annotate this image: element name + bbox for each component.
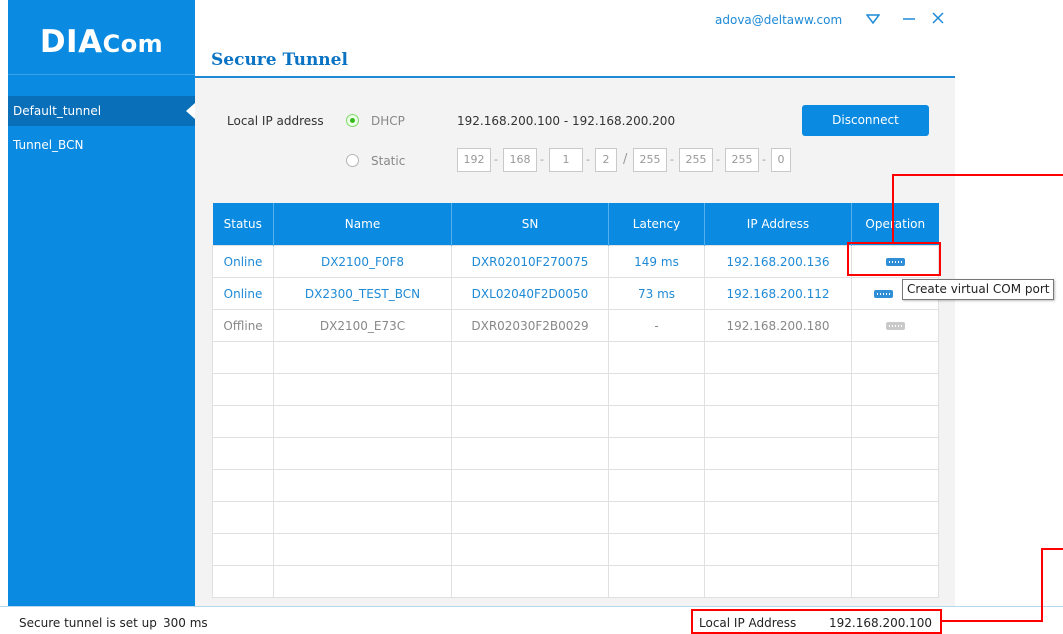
- cell-latency: 149 ms: [608, 245, 705, 278]
- cell-ip: 192.168.200.180: [704, 309, 852, 342]
- dhcp-label: DHCP: [371, 114, 405, 128]
- static-mask-octet-2[interactable]: 255: [679, 148, 713, 172]
- sidebar-item-label: Tunnel_BCN: [13, 138, 84, 152]
- ip-separator: -: [540, 153, 544, 166]
- sidebar-item-default-tunnel[interactable]: Default_tunnel: [8, 96, 195, 126]
- annotation-line: [892, 174, 1063, 176]
- static-ip-octet-1[interactable]: 192: [457, 148, 491, 172]
- column-header-operation[interactable]: Operation: [851, 203, 939, 246]
- active-indicator-icon: [186, 103, 195, 119]
- app-logo: DIACom: [39, 24, 164, 60]
- annotation-line: [1041, 548, 1043, 622]
- mask-separator: /: [623, 152, 628, 167]
- table-row: [212, 533, 939, 566]
- table-row[interactable]: Online DX2300_TEST_BCN DXL02040F2D0050 7…: [212, 277, 939, 310]
- ip-separator: -: [716, 153, 720, 166]
- ip-separator: -: [494, 153, 498, 166]
- table-header-row: Status Name SN Latency IP Address Operat…: [212, 203, 939, 246]
- title-underline: [195, 76, 955, 78]
- annotation-box-operation: [847, 242, 941, 276]
- table-row: [212, 501, 939, 534]
- sidebar: DIACom Default_tunnel Tunnel_BCN: [8, 0, 195, 606]
- table-row: [212, 405, 939, 438]
- com-port-icon[interactable]: [873, 290, 893, 298]
- static-label: Static: [371, 154, 406, 168]
- cell-status: Offline: [212, 309, 274, 342]
- cell-sn: DXR02010F270075: [451, 245, 609, 278]
- static-ip-octet-3[interactable]: 1: [549, 148, 583, 172]
- dropdown-arrow-icon[interactable]: [864, 11, 882, 29]
- annotation-box-local-ip: [691, 609, 942, 634]
- device-table: Status Name SN Latency IP Address Operat…: [212, 203, 939, 598]
- cell-name: DX2100_F0F8: [273, 245, 452, 278]
- minimize-icon[interactable]: [900, 11, 918, 29]
- cell-status: Online: [212, 245, 274, 278]
- tooltip-create-com-port: Create virtual COM port: [902, 279, 1055, 300]
- local-ip-label: Local IP address: [227, 114, 324, 128]
- page-title: Secure Tunnel: [211, 50, 348, 70]
- dhcp-radio[interactable]: [346, 114, 359, 127]
- cell-latency: 73 ms: [608, 277, 705, 310]
- static-mask-octet-3[interactable]: 255: [725, 148, 759, 172]
- status-latency: 300 ms: [163, 616, 208, 630]
- table-row: [212, 373, 939, 406]
- sidebar-divider: [8, 74, 195, 75]
- column-header-name[interactable]: Name: [273, 203, 452, 246]
- disconnect-button[interactable]: Disconnect: [802, 105, 929, 136]
- status-bar-divider: [0, 606, 1063, 607]
- cell-name: DX2300_TEST_BCN: [273, 277, 452, 310]
- column-header-ip[interactable]: IP Address: [704, 203, 852, 246]
- static-ip-octet-2[interactable]: 168: [503, 148, 537, 172]
- sidebar-item-label: Default_tunnel: [13, 104, 102, 118]
- column-header-sn[interactable]: SN: [451, 203, 609, 246]
- cell-sn: DXL02040F2D0050: [451, 277, 609, 310]
- column-header-latency[interactable]: Latency: [608, 203, 705, 246]
- static-mask-octet-1[interactable]: 255: [633, 148, 667, 172]
- ip-separator: -: [762, 153, 766, 166]
- cell-sn: DXR02030F2B0029: [451, 309, 609, 342]
- annotation-line: [892, 174, 894, 243]
- table-row[interactable]: Online DX2100_F0F8 DXR02010F270075 149 m…: [212, 245, 939, 278]
- cell-name: DX2100_E73C: [273, 309, 452, 342]
- cell-latency: -: [608, 309, 705, 342]
- table-row: [212, 437, 939, 470]
- cell-ip: 192.168.200.112: [704, 277, 852, 310]
- status-message: Secure tunnel is set up: [19, 616, 157, 630]
- cell-operation: [851, 309, 939, 342]
- close-icon[interactable]: [929, 11, 947, 29]
- dhcp-range: 192.168.200.100 - 192.168.200.200: [457, 114, 676, 128]
- table-row: [212, 341, 939, 374]
- annotation-line: [941, 620, 1043, 622]
- static-ip-octet-4[interactable]: 2: [595, 148, 617, 172]
- sidebar-item-tunnel-bcn[interactable]: Tunnel_BCN: [8, 130, 195, 160]
- ip-separator: -: [670, 153, 674, 166]
- column-header-status[interactable]: Status: [212, 203, 274, 246]
- cell-status: Online: [212, 277, 274, 310]
- annotation-line: [1041, 548, 1063, 550]
- table-row: [212, 469, 939, 502]
- user-email[interactable]: adova@deltaww.com: [715, 13, 842, 27]
- ip-separator: -: [586, 153, 590, 166]
- table-row[interactable]: Offline DX2100_E73C DXR02030F2B0029 - 19…: [212, 309, 939, 342]
- table-row: [212, 565, 939, 598]
- static-mask-octet-4[interactable]: 0: [771, 148, 791, 172]
- com-port-icon: [885, 322, 905, 330]
- static-radio[interactable]: [346, 154, 359, 167]
- cell-ip: 192.168.200.136: [704, 245, 852, 278]
